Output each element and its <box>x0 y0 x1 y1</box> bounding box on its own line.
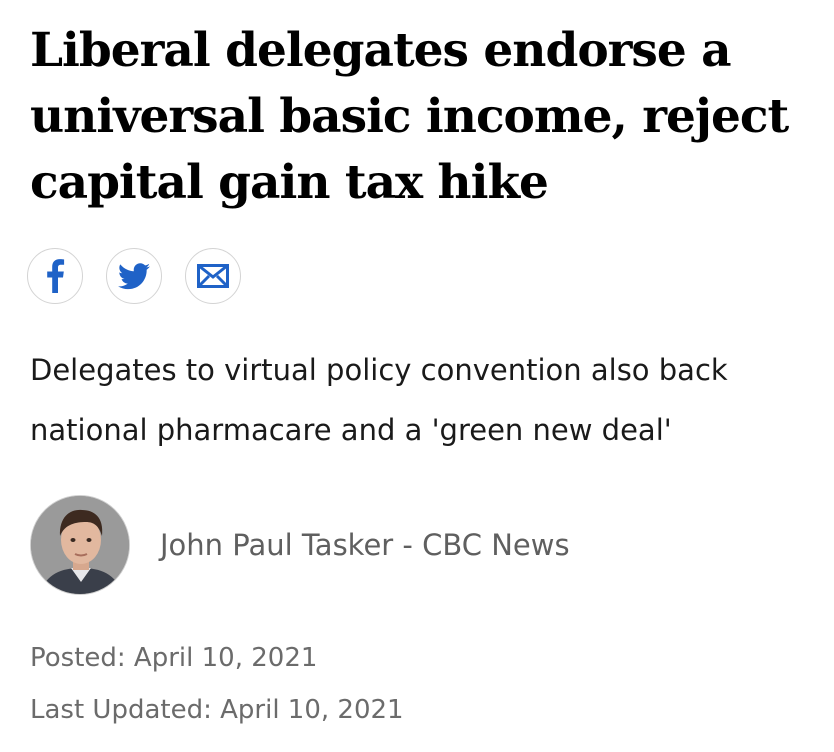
facebook-icon <box>47 259 65 293</box>
facebook-share-button[interactable] <box>27 248 83 304</box>
email-share-button[interactable] <box>185 248 241 304</box>
byline: John Paul Tasker - CBC News <box>30 495 570 595</box>
twitter-icon <box>118 262 150 289</box>
email-icon <box>197 264 229 288</box>
article-deck: Delegates to virtual policy convention a… <box>30 353 728 447</box>
author-name[interactable]: John Paul Tasker - CBC News <box>160 528 570 562</box>
posted-date: Posted: April 10, 2021 <box>30 643 318 673</box>
share-bar <box>27 248 241 304</box>
updated-date: Last Updated: April 10, 2021 <box>30 695 404 725</box>
twitter-share-button[interactable] <box>106 248 162 304</box>
article-headline: Liberal delegates endorse a universal ba… <box>30 23 789 210</box>
author-avatar[interactable] <box>30 495 130 595</box>
article-dates: Posted: April 10, 2021 Last Updated: Apr… <box>30 632 404 736</box>
